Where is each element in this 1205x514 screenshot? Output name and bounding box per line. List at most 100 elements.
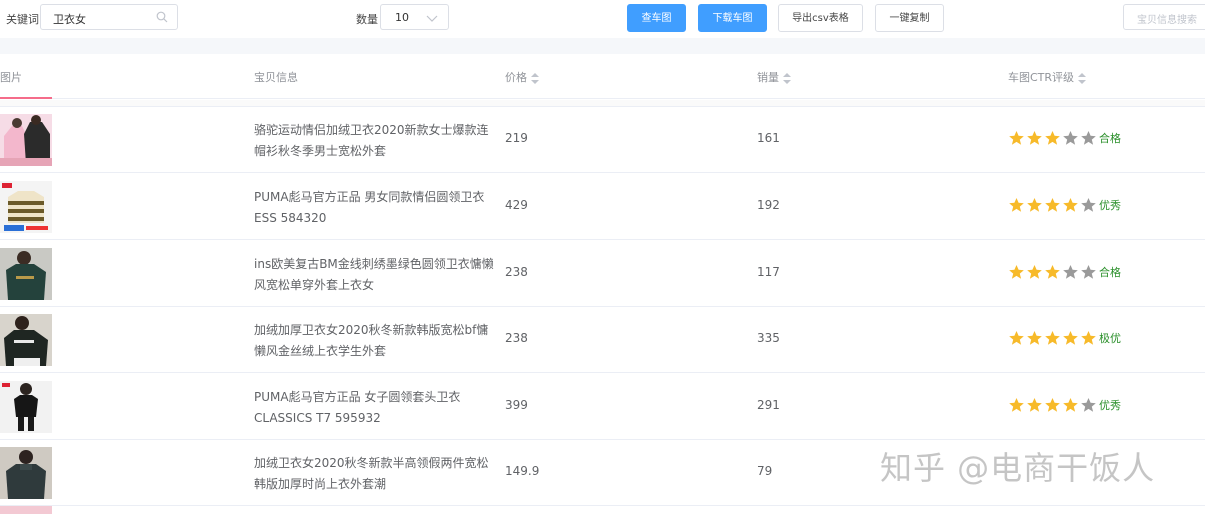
star-icon (1062, 264, 1079, 280)
item-search-placeholder: 宝贝信息搜索 (1137, 15, 1197, 26)
star-icon (1026, 197, 1043, 213)
header-rating-label: 车图CTR评级 (1008, 71, 1075, 84)
product-thumbnail[interactable] (0, 181, 52, 233)
copy-all-button[interactable]: 一键复制 (875, 4, 944, 32)
export-csv-button[interactable]: 导出csv表格 (778, 4, 863, 32)
keyword-input-value: 卫衣女 (53, 13, 86, 26)
table-row[interactable]: PUMA彪马官方正品 女子圆领套头卫衣 CLASSICS T7 595932 3… (0, 374, 1205, 440)
star-icon (1080, 397, 1097, 413)
sort-caret-icon[interactable] (783, 72, 791, 84)
table-row[interactable]: 加绒加厚卫衣女2020秋冬新款韩版宽松bf慵懒风金丝绒上衣学生外套 238 33… (0, 307, 1205, 373)
product-thumbnail[interactable] (0, 114, 52, 166)
table-scroll-strip (0, 100, 1205, 107)
rating-grade: 合格 (1099, 132, 1121, 145)
ctr-rating: 合格 (1008, 130, 1121, 148)
quantity-select[interactable]: 10 (380, 4, 449, 30)
product-thumbnail[interactable] (0, 314, 52, 366)
star-icon (1080, 264, 1097, 280)
rating-grade: 优秀 (1099, 199, 1121, 212)
table-row[interactable]: PUMA彪马官方正品 男女同款情侣圆领卫衣ESS 584320 429 192 … (0, 174, 1205, 240)
product-thumbnail[interactable] (0, 248, 52, 300)
rating-grade: 合格 (1099, 266, 1121, 279)
product-price: 429 (505, 198, 528, 212)
star-icon (1062, 397, 1079, 413)
product-thumbnail[interactable] (0, 447, 52, 499)
star-icon (1062, 330, 1079, 346)
product-sales: 291 (757, 398, 780, 412)
star-icon (1044, 197, 1061, 213)
star-icon (1008, 130, 1025, 146)
star-icon (1008, 330, 1025, 346)
header-rating[interactable]: 车图CTR评级 (1008, 69, 1087, 85)
star-icon (1080, 197, 1097, 213)
quantity-label: 数量 (356, 13, 378, 26)
quantity-select-value: 10 (395, 11, 409, 24)
rating-grade: 优秀 (1099, 399, 1121, 412)
star-icon (1044, 330, 1061, 346)
product-price: 238 (505, 265, 528, 279)
table-row[interactable]: 骆驼运动情侣加绒卫衣2020新款女士爆款连帽衫秋冬季男士宽松外套 219 161… (0, 107, 1205, 173)
rating-stars (1008, 331, 1098, 345)
product-sales: 117 (757, 265, 780, 279)
sort-caret-icon[interactable] (531, 72, 539, 84)
ctr-rating: 极优 (1008, 330, 1121, 348)
star-icon (1008, 397, 1025, 413)
rating-stars (1008, 398, 1098, 412)
star-icon (1044, 397, 1061, 413)
star-icon (1008, 197, 1025, 213)
product-thumbnail[interactable] (0, 381, 52, 433)
star-icon (1044, 264, 1061, 280)
product-title[interactable]: 加绒加厚卫衣女2020秋冬新款韩版宽松bf慵懒风金丝绒上衣学生外套 (254, 320, 499, 362)
product-price: 399 (505, 398, 528, 412)
star-icon (1080, 330, 1097, 346)
next-row-thumbnail-edge (0, 506, 52, 514)
rating-grade: 极优 (1099, 332, 1121, 345)
star-icon (1026, 130, 1043, 146)
rating-stars (1008, 265, 1098, 279)
chevron-down-icon (426, 12, 438, 26)
header-image: 图片 (0, 71, 22, 84)
check-image-button[interactable]: 查车图 (627, 4, 686, 32)
header-price[interactable]: 价格 (505, 69, 539, 85)
product-title[interactable]: PUMA彪马官方正品 女子圆领套头卫衣 CLASSICS T7 595932 (254, 387, 499, 429)
product-sales: 335 (757, 331, 780, 345)
product-sales: 192 (757, 198, 780, 212)
ctr-rating: 合格 (1008, 264, 1121, 282)
product-price: 238 (505, 331, 528, 345)
product-title[interactable]: PUMA彪马官方正品 男女同款情侣圆领卫衣ESS 584320 (254, 187, 499, 229)
rating-stars (1008, 131, 1098, 145)
star-icon (1026, 264, 1043, 280)
product-title[interactable]: 骆驼运动情侣加绒卫衣2020新款女士爆款连帽衫秋冬季男士宽松外套 (254, 120, 499, 162)
product-sales: 79 (757, 464, 773, 478)
ctr-rating: 优秀 (1008, 197, 1121, 215)
product-sales: 161 (757, 131, 780, 145)
table-row[interactable]: ins欧美复古BM金线刺绣墨绿色圆领卫衣慵懒风宽松单穿外套上衣女 238 117… (0, 241, 1205, 307)
star-icon (1026, 330, 1043, 346)
keyword-input[interactable]: 卫衣女 (40, 4, 178, 30)
star-icon (1044, 130, 1061, 146)
ctr-rating: 优秀 (1008, 397, 1121, 415)
sort-caret-icon[interactable] (1078, 72, 1087, 84)
search-icon[interactable] (156, 11, 168, 26)
item-search-input[interactable]: 宝贝信息搜索 (1123, 4, 1205, 30)
toolbar-gap (0, 38, 1205, 54)
star-icon (1026, 397, 1043, 413)
rating-stars (1008, 198, 1098, 212)
watermark: 知乎 @电商干饭人 (880, 449, 1156, 487)
keyword-label: 关键词 (6, 13, 39, 26)
header-sales[interactable]: 销量 (757, 69, 791, 85)
toolbar: 关键词 卫衣女 数量 10 查车图 下载车图 导出csv表格 一键复制 宝贝信息… (0, 0, 1205, 38)
header-underline (0, 97, 52, 99)
header-sales-label: 销量 (757, 71, 779, 84)
product-title[interactable]: 加绒卫衣女2020秋冬新款半高领假两件宽松韩版加厚时尚上衣外套潮 (254, 453, 499, 495)
product-price: 149.9 (505, 464, 540, 478)
header-info: 宝贝信息 (254, 71, 298, 84)
star-icon (1062, 130, 1079, 146)
download-image-button[interactable]: 下载车图 (698, 4, 767, 32)
header-price-label: 价格 (505, 71, 527, 84)
product-title[interactable]: ins欧美复古BM金线刺绣墨绿色圆领卫衣慵懒风宽松单穿外套上衣女 (254, 254, 499, 296)
table-header: 图片 宝贝信息 价格 销量 车图CTR评级 (0, 54, 1205, 99)
star-icon (1080, 130, 1097, 146)
star-icon (1008, 264, 1025, 280)
star-icon (1062, 197, 1079, 213)
